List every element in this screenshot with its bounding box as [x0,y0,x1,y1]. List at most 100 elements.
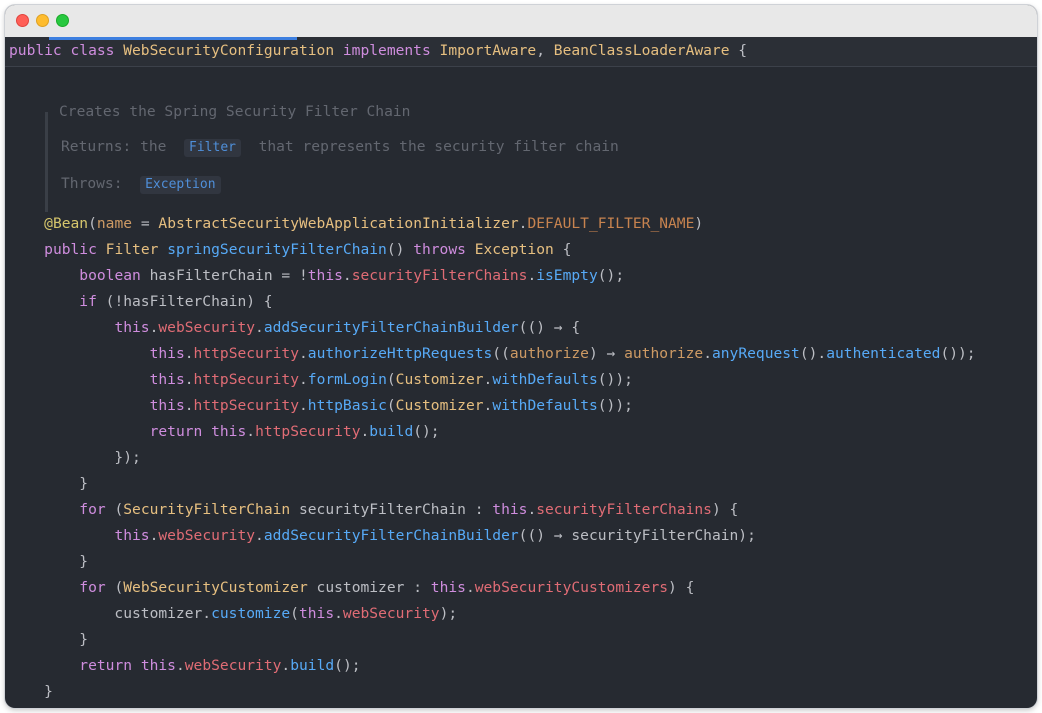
doc-returns-label: Returns: [61,138,132,155]
code-line[interactable]: for (SecurityFilterChain securityFilterC… [9,497,976,523]
code-token: httpSecurity [193,371,299,388]
code-token: addSecurityFilterChainBuilder [263,527,519,544]
doc-comment-gutter [45,112,48,212]
code-token: . [175,657,185,674]
doc-returns-pre: the [140,138,167,155]
code-token: this [149,397,185,414]
code-token: ( [114,501,124,518]
code-token: build [290,657,335,674]
code-token: boolean [79,267,150,284]
code-token: customize [211,605,291,622]
code-token: . [483,371,493,388]
class-declaration-line[interactable]: public class WebSecurityConfiguration im… [9,38,747,64]
code-token: , [536,42,554,59]
code-token: ) { [668,579,695,596]
code-token: this [114,319,150,336]
minimize-window-button[interactable] [36,14,49,27]
code-token: webSecurityCustomizers [474,579,669,596]
code-token: addSecurityFilterChainBuilder [263,319,519,336]
code-line[interactable]: this.httpSecurity.httpBasic(Customizer.w… [9,393,976,419]
code-token: ( [88,215,97,232]
doc-returns: Returns: the Filter that represents the … [61,138,619,157]
editor-window: public class WebSecurityConfiguration im… [5,5,1037,708]
code-token: ( [386,397,396,414]
code-token: ()); [597,371,633,388]
code-token: isEmpty [536,267,598,284]
method-code-body[interactable]: @Bean(name = AbstractSecurityWebApplicat… [9,211,976,705]
code-token: ) { [711,501,739,518]
code-token: (() → { [518,319,581,336]
code-line[interactable]: return this.httpSecurity.build(); [9,419,976,445]
code-line[interactable]: } [9,679,976,705]
code-token: ( [386,371,396,388]
code-token: securityFilterChains [536,501,712,518]
code-token: customizer. [9,605,212,622]
code-token: (() → securityFilterChain); [518,527,756,544]
code-token: . [184,371,194,388]
code-token: ( [114,579,124,596]
code-token: ( [290,605,299,622]
code-line[interactable]: this.httpSecurity.authorizeHttpRequests(… [9,341,976,367]
code-token: ()); [940,345,976,362]
code-line[interactable]: this.webSecurity.addSecurityFilterChainB… [9,523,976,549]
zoom-window-button[interactable] [56,14,69,27]
code-token: this [430,579,466,596]
code-token: @Bean [44,215,89,232]
code-token: public class [9,42,124,59]
code-token: () [386,241,414,258]
code-line[interactable]: public Filter springSecurityFilterChain(… [9,237,976,263]
code-token: (); [413,423,440,440]
code-token: } [9,631,89,648]
close-window-button[interactable] [16,14,29,27]
code-line[interactable]: } [9,549,976,575]
code-line[interactable]: }); [9,445,976,471]
sticky-class-header[interactable]: public class WebSecurityConfiguration im… [5,37,1037,67]
code-token: DEFAULT_FILTER_NAME [527,215,695,232]
code-token: . [465,579,475,596]
code-token: . [527,267,537,284]
code-line[interactable]: return this.webSecurity.build(); [9,653,976,679]
code-token: hasFilterChain = ! [149,267,308,284]
code-token: webSecurity [158,527,256,544]
exception-type-link[interactable]: Exception [140,176,221,194]
code-line[interactable]: customizer.customize(this.webSecurity); [9,601,976,627]
code-token: return [149,423,212,440]
code-line[interactable]: @Bean(name = AbstractSecurityWebApplicat… [9,211,976,237]
code-token: AbstractSecurityWebApplicationInitialize… [158,215,519,232]
code-token: . [255,527,264,544]
filter-type-link[interactable]: Filter [184,139,241,157]
code-token: WebSecurityConfiguration [123,42,335,59]
code-token: this [298,605,335,622]
code-line[interactable]: this.httpSecurity.formLogin(Customizer.w… [9,367,976,393]
code-token: . [255,319,264,336]
code-line[interactable]: boolean hasFilterChain = !this.securityF… [9,263,976,289]
code-token: springSecurityFilterChain [167,241,387,258]
code-token: WebSecurityCustomizer [123,579,308,596]
code-token: (). [799,345,827,362]
code-line[interactable]: if (!hasFilterChain) { [9,289,976,315]
code-token: } [9,475,89,492]
doc-returns-post: that represents the security filter chai… [258,138,619,155]
code-token: name [96,215,133,232]
code-token: . [184,345,194,362]
code-line[interactable]: } [9,627,976,653]
code-token: . [281,657,291,674]
doc-summary: Creates the Spring Security Filter Chain [59,103,411,120]
code-token: Filter [105,241,159,258]
code-token: Exception [474,241,554,258]
code-line[interactable]: for (WebSecurityCustomizer customizer : … [9,575,976,601]
code-token: throws [413,241,475,258]
code-line[interactable]: } [9,471,976,497]
code-token: this [140,657,176,674]
code-token: . [298,397,308,414]
code-line[interactable]: this.webSecurity.addSecurityFilterChainB… [9,315,976,341]
code-token: (( [492,345,510,362]
